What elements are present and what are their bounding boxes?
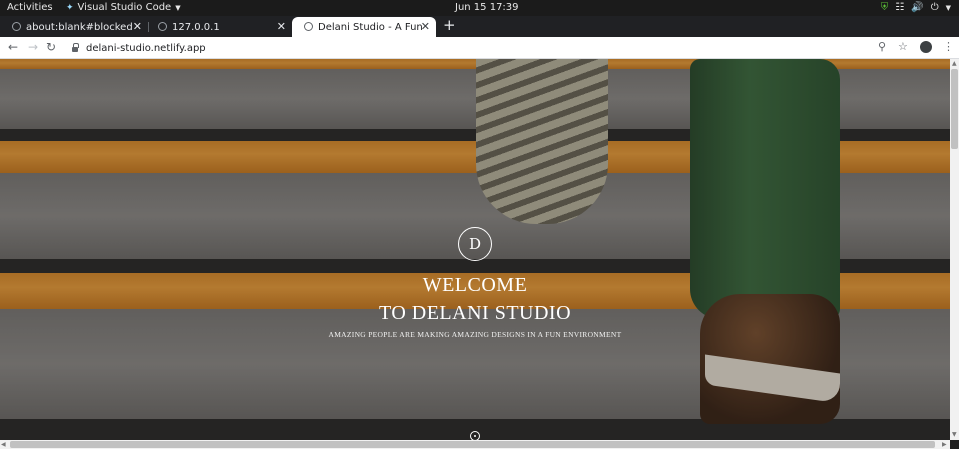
globe-icon [12,22,21,31]
reload-button[interactable]: ↻ [46,40,56,54]
studio-logo[interactable]: D [458,227,492,261]
network-icon: ☷ [895,2,905,13]
activities-button[interactable]: Activities [7,2,53,13]
zoom-icon[interactable]: ⚲ [878,40,886,53]
close-icon[interactable]: ✕ [421,20,430,33]
tab-delani-studio[interactable]: Delani Studio - A Fun Envi ✕ [292,17,436,37]
new-tab-button[interactable]: + [443,16,456,34]
browser-toolbar: ← → ↻ delani-studio.netlify.app ⚲ ☆ ⋮ [0,37,959,59]
globe-icon [158,22,167,31]
back-button[interactable]: ← [8,40,18,54]
vscode-icon: ✦ [66,2,74,13]
app-menu[interactable]: ✦ Visual Studio Code ▼ [66,2,181,13]
horizontal-scrollbar[interactable]: ◀ ▶ [0,440,950,449]
scroll-down-arrow-icon[interactable]: ▼ [952,431,957,438]
horizontal-scroll-thumb[interactable] [10,441,935,448]
lock-icon [72,42,79,52]
clock[interactable]: Jun 15 17:39 [455,2,519,13]
hero-section: D WELCOME TO DELANI STUDIO AMAZING PEOPL… [0,59,950,440]
chevron-down-icon: ▼ [945,4,951,12]
hero-title-line2: TO DELANI STUDIO [378,302,572,324]
vertical-scrollbar[interactable]: ▲ ▼ [950,59,959,440]
menu-kebab-icon[interactable]: ⋮ [943,40,954,53]
hero-tagline: AMAZING PEOPLE ARE MAKING AMAZING DESIGN… [328,330,622,339]
tab-title: Delani Studio - A Fun Envi [318,21,422,33]
scroll-left-arrow-icon[interactable]: ◀ [1,441,6,448]
system-tray[interactable]: ⛨ ☷ 🔊 ⏻ ▼ [881,1,951,15]
close-icon[interactable]: ✕ [277,20,286,33]
close-icon[interactable]: ✕ [133,20,142,33]
url-text: delani-studio.netlify.app [86,42,206,54]
page-viewport: D WELCOME TO DELANI STUDIO AMAZING PEOPL… [0,59,950,440]
scroll-right-arrow-icon[interactable]: ▶ [942,441,947,448]
chevron-down-icon: ▼ [175,3,181,12]
forward-button[interactable]: → [28,40,38,54]
address-bar[interactable]: delani-studio.netlify.app [66,39,916,57]
system-top-bar: Activities ✦ Visual Studio Code ▼ Jun 15… [0,0,959,16]
tab-title: about:blank#blocked [26,21,133,33]
scroll-down-icon[interactable] [470,431,480,440]
tab-title: 127.0.0.1 [172,21,220,33]
tab-blocked[interactable]: about:blank#blocked ✕ [0,17,148,37]
volume-icon: 🔊 [911,2,924,13]
vertical-scroll-thumb[interactable] [951,69,958,149]
globe-icon [304,22,313,31]
shield-icon: ⛨ [880,2,889,13]
app-menu-label: Visual Studio Code [77,2,172,13]
hero-title-line1: WELCOME [422,274,528,296]
star-icon[interactable]: ☆ [898,40,908,53]
scroll-up-arrow-icon[interactable]: ▲ [952,60,957,67]
profile-avatar-icon[interactable] [920,41,932,53]
power-icon: ⏻ [930,2,939,13]
tab-strip: about:blank#blocked ✕ 127.0.0.1 ✕ Delani… [0,16,959,37]
tab-localhost[interactable]: 127.0.0.1 ✕ [146,17,292,37]
